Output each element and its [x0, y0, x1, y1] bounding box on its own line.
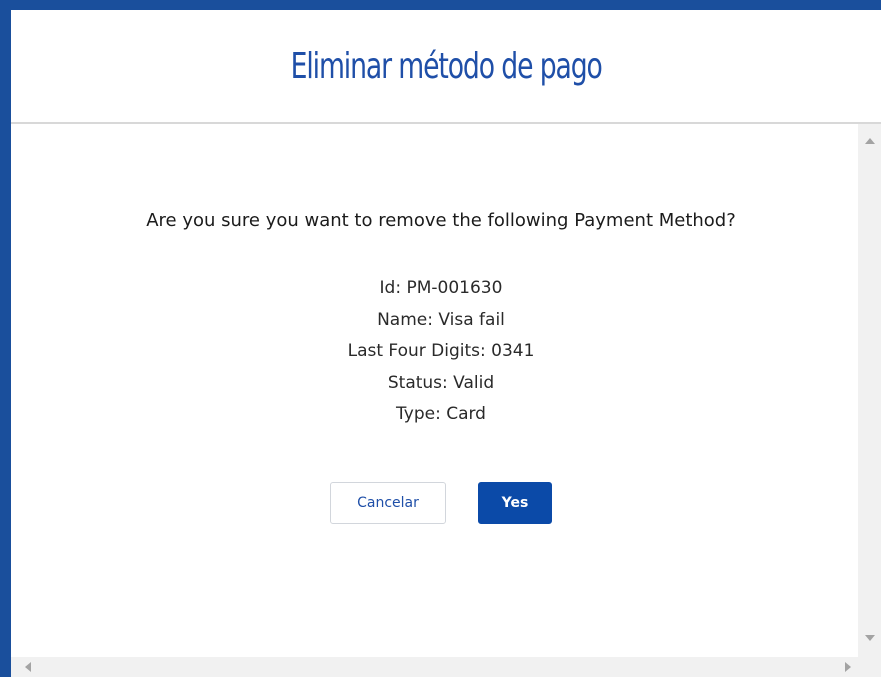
- dialog-title: Eliminar método de pago: [290, 45, 602, 87]
- confirm-yes-button[interactable]: Yes: [478, 482, 552, 524]
- detail-id: Id: PM-001630: [379, 278, 503, 298]
- dialog-header: Eliminar método de pago: [11, 10, 881, 124]
- detail-type: Type: Card: [396, 404, 486, 424]
- scroll-right-arrow-icon[interactable]: [845, 662, 851, 672]
- horizontal-scrollbar[interactable]: [11, 657, 881, 677]
- detail-status: Status: Valid: [387, 372, 495, 393]
- detail-name: Name: Visa fail: [377, 309, 505, 330]
- vertical-scrollbar[interactable]: [858, 124, 881, 657]
- dialog-actions: Cancelar Yes: [11, 482, 871, 524]
- detail-last-four-digits: Last Four Digits: 0341: [347, 341, 535, 361]
- confirmation-question: Are you sure you want to remove the foll…: [146, 210, 736, 231]
- scroll-up-arrow-icon[interactable]: [865, 138, 875, 144]
- dialog-body: Are you sure you want to remove the foll…: [11, 124, 858, 657]
- scroll-down-arrow-icon[interactable]: [865, 635, 875, 641]
- cancel-button[interactable]: Cancelar: [330, 482, 446, 524]
- scroll-left-arrow-icon[interactable]: [25, 662, 31, 672]
- remove-payment-method-dialog: Eliminar método de pago Are you sure you…: [11, 10, 881, 677]
- payment-method-details: Id: PM-001630 Name: Visa fail Last Four …: [11, 273, 871, 431]
